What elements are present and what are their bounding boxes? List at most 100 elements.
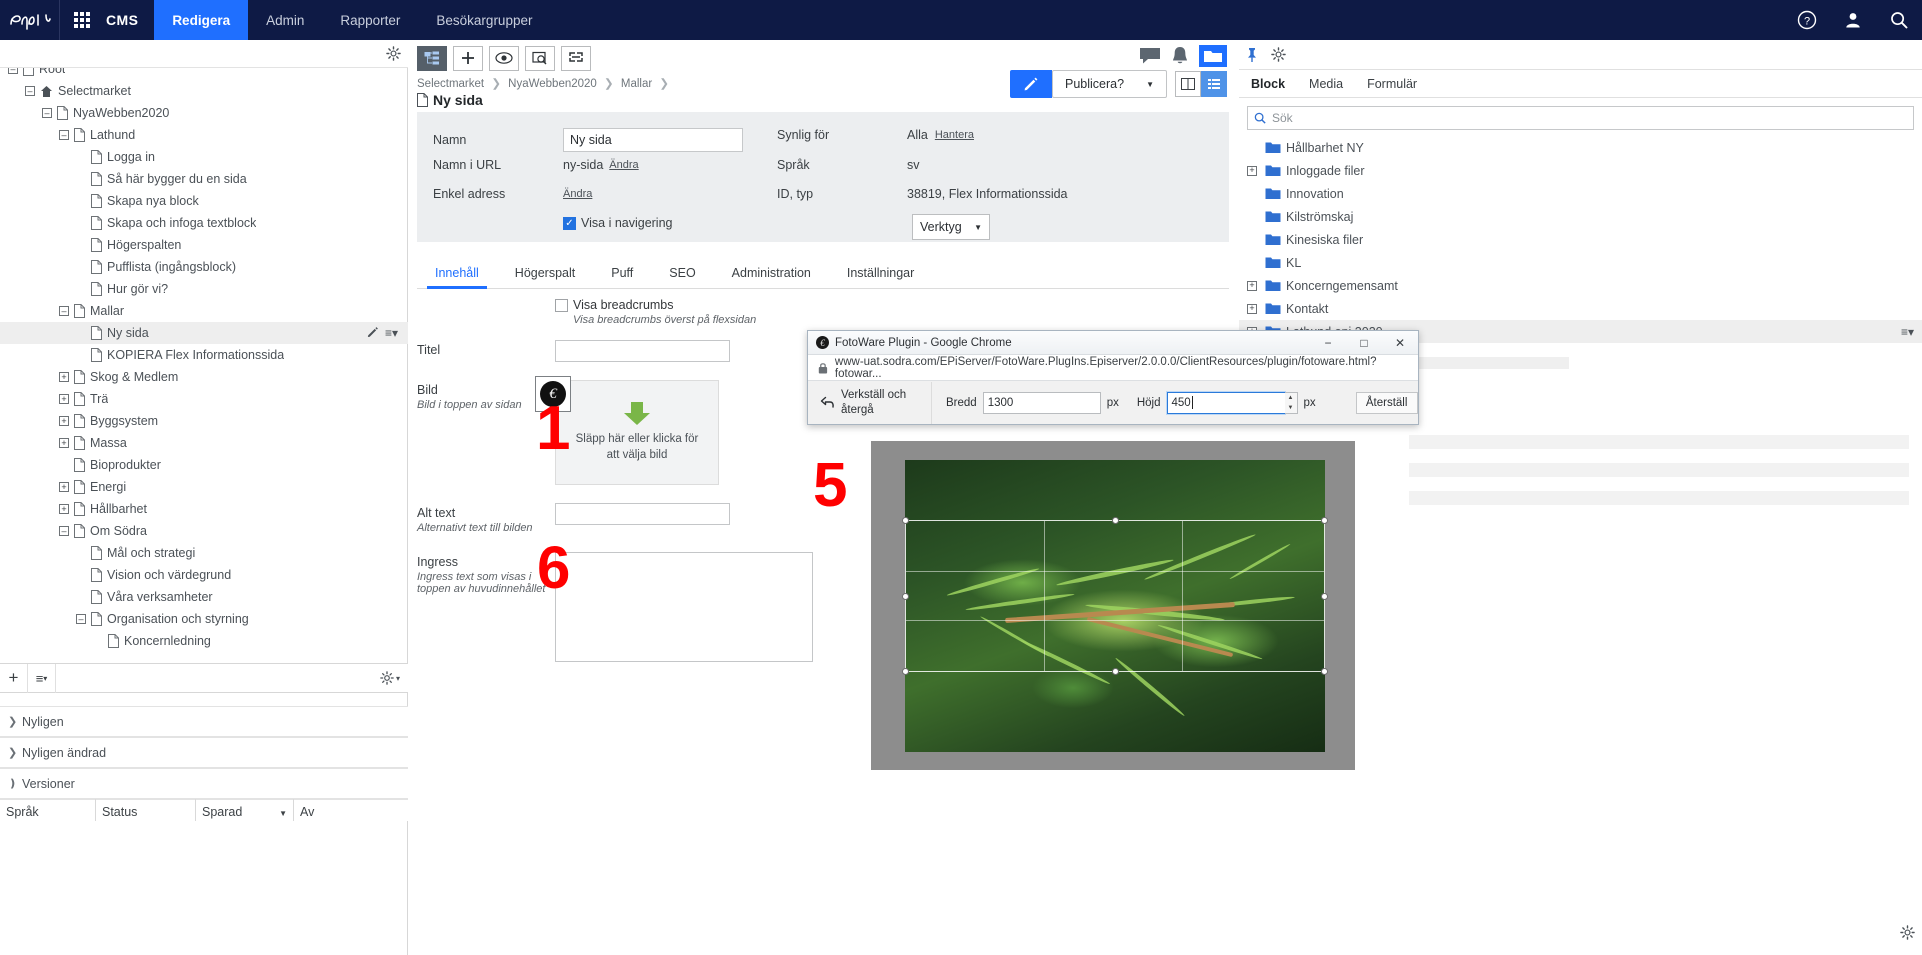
collapse-icon[interactable]: – bbox=[59, 130, 69, 140]
tree-item[interactable]: + Skog & Medlem bbox=[0, 366, 408, 388]
tree-item[interactable]: Hur gör vi? bbox=[0, 278, 408, 300]
tree-item[interactable]: – Lathund bbox=[0, 124, 408, 146]
preview-eye-icon[interactable] bbox=[489, 45, 519, 71]
property-show-in-nav[interactable]: ✓ Visa i navigering bbox=[563, 216, 673, 230]
breadcrumb-item-0[interactable]: Selectmarket bbox=[417, 78, 484, 90]
tree-item[interactable]: + Hållbarhet bbox=[0, 498, 408, 520]
tree-item[interactable]: Skapa nya block bbox=[0, 190, 408, 212]
accordion-nyligen[interactable]: ❯ Nyligen bbox=[0, 706, 408, 737]
crop-handle-w[interactable] bbox=[902, 593, 909, 600]
crop-handle-ne[interactable] bbox=[1321, 517, 1328, 524]
add-page-button[interactable]: + bbox=[0, 663, 28, 693]
height-input[interactable]: 450 bbox=[1166, 391, 1285, 414]
tree-item[interactable]: Koncernledning bbox=[0, 630, 408, 652]
stepper-down-icon[interactable]: ▼ bbox=[1284, 402, 1297, 413]
publish-button[interactable]: Publicera? ▼ bbox=[1052, 70, 1167, 98]
expand-icon[interactable]: + bbox=[59, 504, 69, 514]
minimize-button[interactable]: − bbox=[1310, 331, 1346, 355]
alt-text-input[interactable] bbox=[555, 503, 730, 525]
expand-icon[interactable]: + bbox=[59, 416, 69, 426]
tree-item[interactable]: – Selectmarket bbox=[0, 80, 408, 102]
title-input[interactable] bbox=[555, 340, 730, 362]
assets-folder-icon[interactable] bbox=[1199, 44, 1227, 72]
tree-item[interactable]: + Trä bbox=[0, 388, 408, 410]
tree-item[interactable]: Våra verksamheter bbox=[0, 586, 408, 608]
width-input[interactable]: 1300 bbox=[982, 391, 1101, 414]
accordion-header-nyligen[interactable]: ❯ Nyligen bbox=[0, 706, 408, 737]
edit-pencil-icon[interactable] bbox=[367, 326, 379, 341]
fotoware-url-bar[interactable]: www-uat.sodra.com/EPiServer/FotoWare.Plu… bbox=[808, 355, 1418, 381]
epi-logo-icon[interactable] bbox=[0, 0, 60, 40]
crop-selection-frame[interactable] bbox=[902, 517, 1328, 675]
tree-item[interactable]: – Om Södra bbox=[0, 520, 408, 542]
visible-for-manage-link[interactable]: Hantera bbox=[935, 129, 974, 141]
tree-item[interactable]: – Organisation och styrning bbox=[0, 608, 408, 630]
tab-puff[interactable]: Puff bbox=[593, 258, 651, 288]
accordion-header-versioner[interactable]: ❫ Versioner bbox=[0, 768, 408, 799]
collapse-icon[interactable]: – bbox=[8, 68, 18, 74]
context-menu-icon[interactable]: ≡▾ bbox=[1901, 325, 1922, 339]
help-icon[interactable]: ? bbox=[1784, 0, 1830, 40]
assets-panel-footer-gear[interactable] bbox=[1900, 925, 1918, 943]
tree-item[interactable]: Ny sida ≡▾ bbox=[0, 322, 408, 344]
collapse-icon[interactable]: – bbox=[76, 614, 86, 624]
image-dropzone[interactable]: Släpp här eller klicka för att välja bil… bbox=[555, 380, 719, 485]
breadcrumb-item-2[interactable]: Mallar bbox=[621, 78, 652, 90]
versions-col-sprak[interactable]: Språk bbox=[0, 799, 96, 821]
versions-col-status[interactable]: Status bbox=[96, 799, 196, 821]
tab-installningar[interactable]: Inställningar bbox=[829, 258, 932, 288]
url-change-link[interactable]: Ändra bbox=[609, 159, 638, 171]
apply-and-return-button[interactable]: Verkställ och återgå bbox=[814, 381, 932, 424]
tools-dropdown[interactable]: Verktyg ▼ bbox=[912, 214, 990, 240]
assets-folder-item[interactable]: Kinesiska filer bbox=[1239, 228, 1922, 251]
comment-icon[interactable] bbox=[1139, 46, 1161, 70]
gear-icon[interactable] bbox=[378, 41, 408, 67]
tree-item[interactable]: + Massa bbox=[0, 432, 408, 454]
collapse-icon[interactable]: – bbox=[42, 108, 52, 118]
versions-col-av[interactable]: Av bbox=[294, 799, 394, 821]
stepper-up-icon[interactable]: ▲ bbox=[1284, 392, 1297, 403]
expand-icon[interactable]: + bbox=[1247, 303, 1257, 314]
user-icon[interactable] bbox=[1830, 0, 1876, 40]
maximize-button[interactable]: □ bbox=[1346, 331, 1382, 355]
fullscreen-icon[interactable] bbox=[561, 45, 591, 71]
context-menu-icon[interactable]: ≡▾ bbox=[385, 326, 398, 341]
expand-icon[interactable]: + bbox=[59, 438, 69, 448]
tree-item[interactable]: Bioprodukter bbox=[0, 454, 408, 476]
tree-item[interactable]: Logga in bbox=[0, 146, 408, 168]
gear-icon[interactable] bbox=[1265, 40, 1291, 69]
assets-tab-media[interactable]: Media bbox=[1297, 70, 1355, 97]
crop-handle-e[interactable] bbox=[1321, 593, 1328, 600]
close-icon[interactable]: ✕ bbox=[1382, 331, 1418, 355]
tree-item[interactable]: – Root bbox=[0, 68, 408, 80]
tree-item[interactable]: Så här bygger du en sida bbox=[0, 168, 408, 190]
assets-folder-item[interactable]: + Inloggade filer bbox=[1239, 159, 1922, 182]
split-view-icon[interactable] bbox=[1175, 71, 1201, 97]
nav-tab-admin[interactable]: Admin bbox=[248, 0, 322, 40]
crop-handle-n[interactable] bbox=[1112, 517, 1119, 524]
simple-address-change-link[interactable]: Ändra bbox=[563, 188, 592, 200]
tree-item[interactable]: Pufflista (ingångsblock) bbox=[0, 256, 408, 278]
height-stepper[interactable]: ▲ ▼ bbox=[1284, 391, 1298, 414]
tree-item[interactable]: + Energi bbox=[0, 476, 408, 498]
assets-search-field[interactable]: Sök bbox=[1247, 106, 1914, 130]
ingress-textarea[interactable] bbox=[555, 552, 813, 662]
pin-icon[interactable] bbox=[1239, 40, 1265, 69]
assets-folder-item[interactable]: Kilströmskaj bbox=[1239, 205, 1922, 228]
show-breadcrumbs-checkbox[interactable] bbox=[555, 298, 568, 312]
assets-folder-item[interactable]: + Koncerngemensamt bbox=[1239, 274, 1922, 297]
nav-tab-redigera[interactable]: Redigera bbox=[154, 0, 249, 40]
expand-icon[interactable]: + bbox=[59, 372, 69, 382]
tab-administration[interactable]: Administration bbox=[714, 258, 829, 288]
assets-folder-item[interactable]: KL bbox=[1239, 251, 1922, 274]
crop-handle-se[interactable] bbox=[1321, 668, 1328, 675]
tree-menu-button[interactable]: ≡ ▾ bbox=[28, 663, 56, 693]
assets-folder-item[interactable]: Innovation bbox=[1239, 182, 1922, 205]
search-icon[interactable] bbox=[1876, 0, 1922, 40]
bell-icon[interactable] bbox=[1171, 46, 1189, 71]
tree-item[interactable]: – NyaWebben2020 bbox=[0, 102, 408, 124]
assets-folder-item[interactable]: Hållbarhet NY bbox=[1239, 136, 1922, 159]
assets-folder-item[interactable]: + Kontakt bbox=[1239, 297, 1922, 320]
tree-item[interactable]: + Byggsystem bbox=[0, 410, 408, 432]
compare-view-icon[interactable] bbox=[525, 45, 555, 71]
